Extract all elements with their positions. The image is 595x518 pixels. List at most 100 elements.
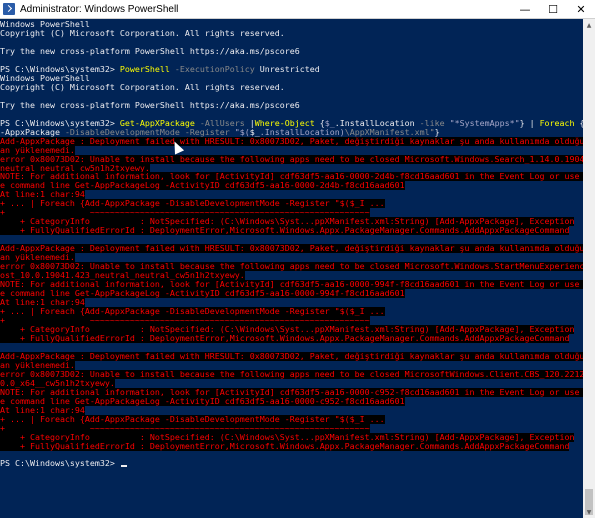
- console-text: + CategoryInfo : NotSpecified: (C:\Windo…: [0, 324, 575, 334]
- console-text: + ... | Foreach {Add-AppxPackage -Disabl…: [0, 414, 385, 424]
- close-icon: ✕: [576, 2, 586, 16]
- console-text: "$(: [234, 127, 250, 137]
- console-text: Copyright (C) Microsoft Corporation. All…: [0, 28, 285, 38]
- console-text: }: [434, 127, 440, 137]
- maximize-icon: ☐: [548, 2, 558, 16]
- console-text: Foreach: [539, 118, 575, 128]
- error-line: NOTE: For additional information, look f…: [0, 280, 583, 290]
- console-text: 0.0_x64__cw5n1h2txyewy.: [0, 378, 115, 388]
- console-line: Copyright (C) Microsoft Corporation. All…: [0, 83, 583, 92]
- console-text: + CategoryInfo : NotSpecified: (C:\Windo…: [0, 217, 575, 227]
- powershell-icon[interactable]: [3, 3, 15, 15]
- error-line: + FullyQualifiedErrorId : DeploymentErro…: [0, 333, 583, 343]
- console-text: Add-AppxPackage : Deployment failed with…: [0, 351, 583, 361]
- prompt-line: PS C:\Windows\system32>: [0, 459, 583, 468]
- console-text: PS C:\Windows\system32>: [0, 459, 120, 469]
- console-text: $_: [324, 118, 335, 128]
- console-text: PS C:\Windows\system32>: [0, 118, 120, 128]
- error-line: At line:1 char:94: [0, 405, 583, 415]
- maximize-button[interactable]: ☐: [539, 0, 567, 19]
- error-line: + CategoryInfo : NotSpecified: (C:\Windo…: [0, 432, 583, 442]
- console-text: Unrestricted: [254, 64, 320, 74]
- error-line: + CategoryInfo : NotSpecified: (C:\Windo…: [0, 324, 583, 334]
- error-line: At line:1 char:94: [0, 298, 583, 307]
- window-title: Administrator: Windows PowerShell: [20, 3, 179, 15]
- error-line: NOTE: For additional information, look f…: [0, 387, 583, 397]
- console-text: Try the new cross-platform PowerShell ht…: [0, 46, 300, 56]
- error-line: an yüklenemedi.: [0, 145, 583, 155]
- vertical-scrollbar[interactable]: ▲ ▼: [583, 19, 595, 518]
- error-line: e command line Get-AppPackageLog -Activi…: [0, 181, 583, 191]
- console-text: + ... | Foreach {Add-AppxPackage -Disabl…: [0, 307, 385, 316]
- console-text: PowerShell: [119, 64, 170, 74]
- error-line: neutral_neutral_cw5n1h2txyewy.: [0, 163, 583, 173]
- console-text: Copyright (C) Microsoft Corporation. All…: [0, 82, 285, 92]
- console-text: + FullyQualifiedErrorId : DeploymentErro…: [0, 441, 570, 451]
- title-bar[interactable]: Administrator: Windows PowerShell — ☐ ✕: [0, 0, 595, 19]
- error-line: + ... | Foreach {Add-AppxPackage -Disabl…: [0, 307, 583, 316]
- error-line: Add-AppxPackage : Deployment failed with…: [0, 244, 583, 254]
- console-line: PS C:\Windows\system32> PowerShell -Exec…: [0, 65, 583, 74]
- console-text: an yüklenemedi.: [0, 145, 75, 155]
- console-text: NOTE: For additional information, look f…: [0, 387, 583, 397]
- error-line: Add-AppxPackage : Deployment failed with…: [0, 136, 583, 146]
- console-line: Windows PowerShell: [0, 74, 583, 83]
- console-text: e command line Get-AppPackageLog -Activi…: [0, 181, 405, 191]
- console-text: error 0x80073D02: Unable to install beca…: [0, 262, 583, 272]
- console-text: NOTE: For additional information, look f…: [0, 280, 583, 290]
- console-text: -ExecutionPolicy: [169, 64, 255, 74]
- error-line: ost_10.0.19041.423_neutral_neutral_cw5n1…: [0, 271, 583, 281]
- error-line: + ... | Foreach {Add-AppxPackage -Disabl…: [0, 414, 583, 424]
- error-line: e command line Get-AppPackageLog -Activi…: [0, 396, 583, 406]
- console-text: \AppXManifest.xml": [344, 127, 435, 137]
- console-text: {Add: [575, 119, 583, 128]
- console-text: ost_10.0.19041.423_neutral_neutral_cw5n1…: [0, 271, 245, 281]
- console-text: -AllUsers: [194, 118, 250, 128]
- error-line: an yüklenemedi.: [0, 253, 583, 263]
- console-line: Try the new cross-platform PowerShell ht…: [0, 47, 583, 56]
- error-line: e command line Get-AppPackageLog -Activi…: [0, 289, 583, 299]
- scroll-up-icon[interactable]: ▲: [583, 19, 595, 31]
- console-text: e command line Get-AppPackageLog -Activi…: [0, 396, 405, 406]
- minimize-button[interactable]: —: [511, 0, 539, 19]
- error-line: + ... | Foreach {Add-AppxPackage -Disabl…: [0, 199, 583, 209]
- console-text: + FullyQualifiedErrorId : DeploymentErro…: [0, 333, 570, 343]
- console-line: -AppxPackage -DisableDevelopmentMode -Re…: [0, 128, 583, 137]
- console-text: {: [314, 118, 325, 128]
- console-text: -like: [419, 118, 450, 128]
- console-text: .InstallLocation): [259, 127, 345, 137]
- error-line: + CategoryInfo : NotSpecified: (C:\Windo…: [0, 217, 583, 227]
- console-output[interactable]: Windows PowerShell Copyright (C) Microsof…: [0, 19, 583, 518]
- error-line: Add-AppxPackage : Deployment failed with…: [0, 351, 583, 361]
- console-text: Where-Object: [254, 118, 315, 128]
- powershell-window: Administrator: Windows PowerShell — ☐ ✕ …: [0, 0, 595, 518]
- console-text: "*SystemApps*": [449, 118, 520, 128]
- console-text: + ... | Foreach {Add-AppxPackage -Disabl…: [0, 199, 385, 209]
- console-line: Copyright (C) Microsoft Corporation. All…: [0, 29, 583, 38]
- console-text: Windows PowerShell: [0, 73, 90, 83]
- console-text: } |: [519, 118, 540, 128]
- close-button[interactable]: ✕: [567, 0, 595, 19]
- text-cursor: [120, 465, 127, 468]
- console-text: NOTE: For additional information, look f…: [0, 172, 583, 182]
- console-line: Windows PowerShell: [0, 20, 583, 29]
- console-text: error 0x80073D02: Unable to install beca…: [0, 154, 583, 164]
- console-text: an yüklenemedi.: [0, 253, 75, 263]
- console-text: Try the new cross-platform PowerShell ht…: [0, 100, 300, 110]
- console-text: At line:1 char:94: [0, 190, 85, 200]
- window-controls: — ☐ ✕: [511, 0, 595, 19]
- console-text: + CategoryInfo : NotSpecified: (C:\Windo…: [0, 432, 575, 442]
- console-text: At line:1 char:94: [0, 405, 85, 415]
- error-line: + ~~~~~~~~~~~~~~~~~~~~~~~~~~~~~~~~~~~~~~…: [0, 423, 583, 433]
- error-line: NOTE: For additional information, look f…: [0, 172, 583, 182]
- console-text: + ~~~~~~~~~~~~~~~~~~~~~~~~~~~~~~~~~~~~~~…: [0, 208, 370, 218]
- scroll-down-icon[interactable]: ▼: [583, 506, 595, 518]
- minimize-icon: —: [519, 2, 531, 16]
- console-text: At line:1 char:94: [0, 298, 85, 307]
- console-text: error 0x80073D02: Unable to install beca…: [0, 369, 583, 379]
- console-text: e command line Get-AppPackageLog -Activi…: [0, 289, 405, 299]
